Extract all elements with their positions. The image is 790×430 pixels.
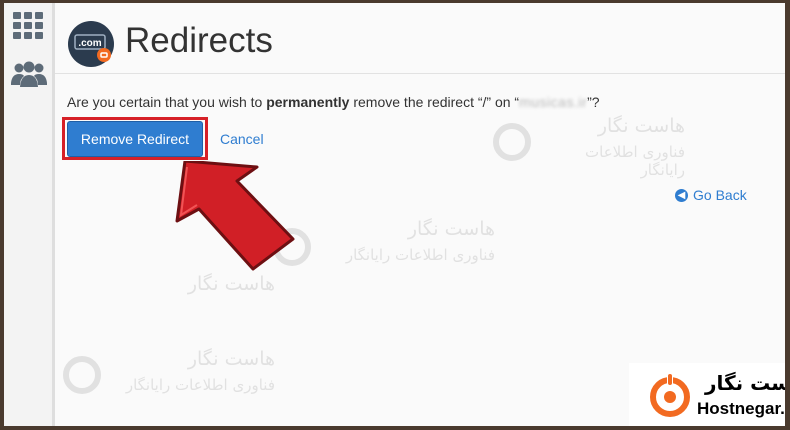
users-icon[interactable] [11,61,47,87]
watermark-subtext: فناوری اطلاعات رایانگار [125,376,275,394]
main-content: هاست نگار فناوری اطلاعات رایانگار هاست ن… [55,3,785,426]
confirm-middle: remove the redirect “/” on “ [349,94,520,110]
page-title: Redirects [125,21,273,60]
brand-name-en: Hostnegar.com [697,399,785,418]
brand-logo: هاست نگار Hostnegar.com [629,363,785,426]
brand-name-fa: هاست نگار [705,371,785,395]
confirm-suffix: ”? [587,94,600,110]
confirm-domain: musicas.ir [519,94,588,110]
watermark-text: هاست نگار [597,115,685,137]
remove-redirect-button[interactable]: Remove Redirect [67,121,203,157]
confirm-emphasis: permanently [266,94,350,110]
watermark-text: هاست نگار [187,348,275,370]
redirect-domain-icon: .com [67,20,117,70]
pointer-arrow-icon [175,159,315,281]
watermark-subtext: فناوری اطلاعات رایانگار [585,143,685,179]
page-header: .com Redirects [55,3,785,74]
arrow-left-icon: ◀ [675,188,688,202]
screenshot-frame: هاست نگار فناوری اطلاعات رایانگار هاست ن… [4,3,785,426]
watermark-subtext: فناوری اطلاعات رایانگار [345,246,495,264]
confirm-prefix: Are you certain that you wish to [67,94,267,110]
grid-icon[interactable] [13,12,43,40]
hostnegar-logo-icon [649,373,691,422]
go-back-link[interactable]: ◀ Go Back [675,187,747,203]
sidebar [4,3,55,426]
watermark-text: هاست نگار [407,218,495,240]
go-back-label: Go Back [693,187,747,203]
icon-com-text: .com [78,38,101,49]
cancel-link[interactable]: Cancel [220,131,264,147]
confirm-message: Are you certain that you wish to permane… [67,94,600,110]
